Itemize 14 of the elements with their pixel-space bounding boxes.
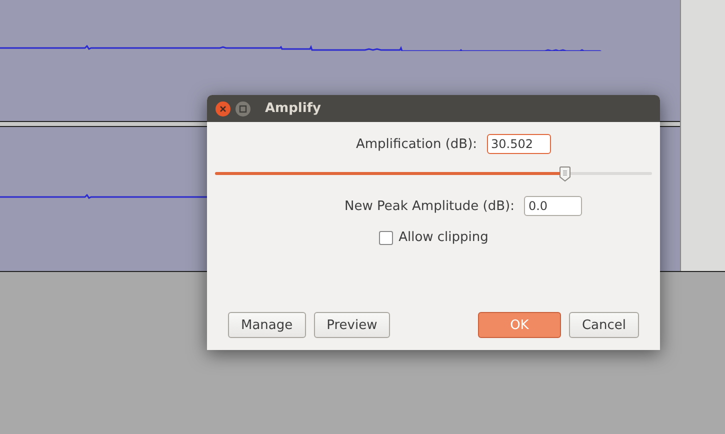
- slider-track[interactable]: [215, 166, 652, 182]
- slider-handle[interactable]: [558, 166, 571, 182]
- close-icon[interactable]: [215, 100, 231, 116]
- checkbox[interactable]: [378, 230, 393, 244]
- dialog-button[interactable]: Cancel: [568, 312, 639, 338]
- window-title: Amplify: [265, 101, 321, 116]
- dialog-button[interactable]: Manage: [228, 312, 306, 338]
- dialog-button[interactable]: Preview: [314, 312, 390, 338]
- checkbox-label[interactable]: Allow clipping: [398, 230, 488, 245]
- field-label: New Peak Amplitude (dB):: [344, 198, 514, 214]
- input-field[interactable]: 0.0: [524, 196, 582, 216]
- input-field[interactable]: 30.502: [487, 134, 552, 154]
- maximize-icon[interactable]: [235, 100, 251, 116]
- field-label: Amplification (dB):: [356, 136, 478, 152]
